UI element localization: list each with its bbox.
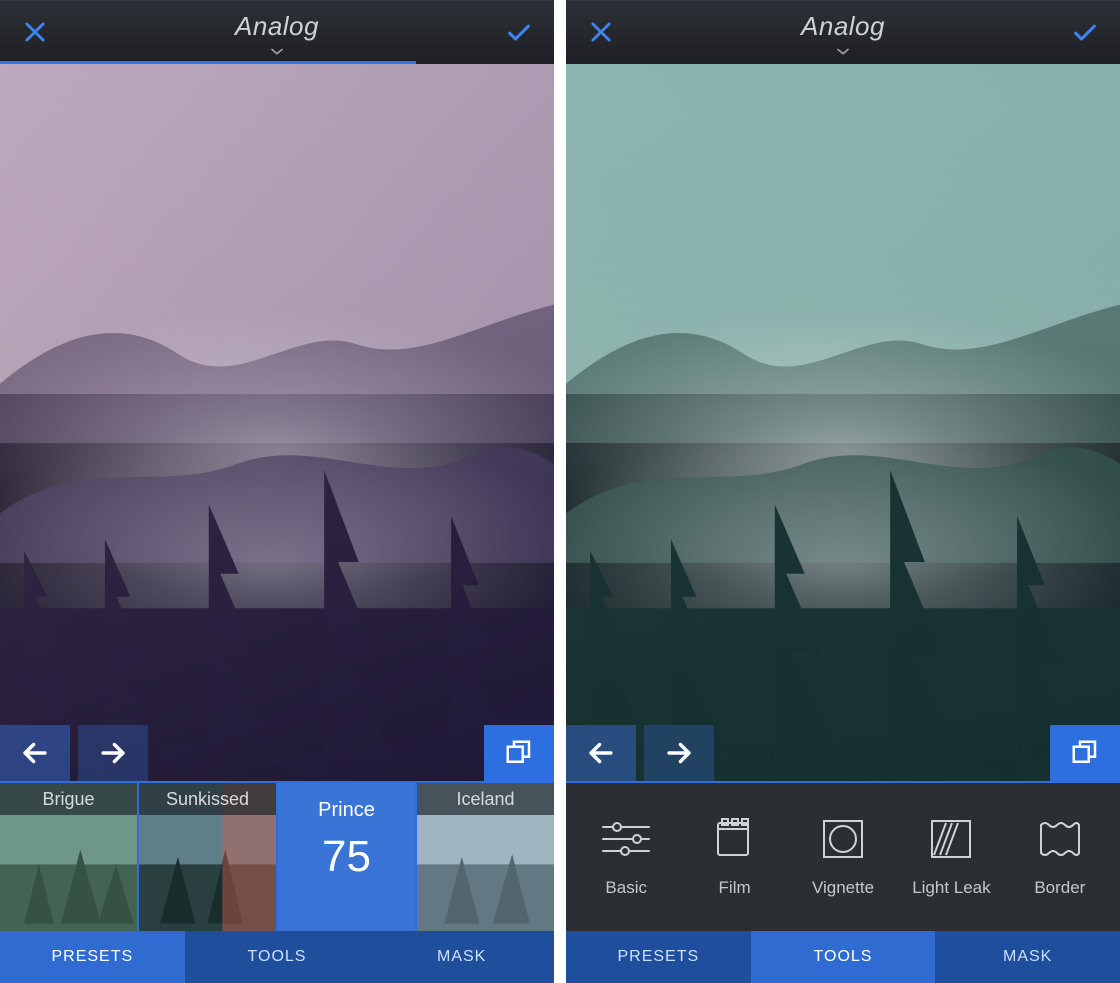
photo-canvas[interactable] (0, 64, 554, 781)
tab-bar: PRESETS TOOLS MASK (566, 931, 1120, 983)
tools-strip: Basic Film (566, 781, 1120, 931)
compare-button[interactable] (484, 725, 554, 781)
preset-label: Brigue (0, 783, 137, 815)
close-icon[interactable] (18, 15, 52, 49)
film-icon (708, 817, 762, 866)
tool-label: Vignette (812, 878, 874, 898)
tab-presets[interactable]: PRESETS (566, 931, 751, 983)
tab-mask[interactable]: MASK (369, 931, 554, 983)
undo-button[interactable] (0, 725, 70, 781)
preset-label: Prince (318, 799, 375, 822)
preset-brigue[interactable]: Brigue (0, 783, 139, 931)
preset-prince[interactable]: Prince 75 (278, 783, 417, 931)
vignette-icon (816, 817, 870, 866)
confirm-icon[interactable] (1068, 15, 1102, 49)
compare-button[interactable] (1050, 725, 1120, 781)
undo-button[interactable] (566, 725, 636, 781)
confirm-icon[interactable] (502, 15, 536, 49)
tool-basic[interactable]: Basic (572, 817, 680, 898)
tab-tools[interactable]: TOOLS (751, 931, 936, 983)
tool-light-leak[interactable]: Light Leak (897, 817, 1005, 898)
redo-button[interactable] (644, 725, 714, 781)
left-screen: Analog (0, 0, 554, 983)
border-icon (1033, 817, 1087, 866)
right-screen: Analog (566, 0, 1120, 983)
tab-presets[interactable]: PRESETS (0, 931, 185, 983)
tool-vignette[interactable]: Vignette (789, 817, 897, 898)
tab-bar: PRESETS TOOLS MASK (0, 931, 554, 983)
presets-strip[interactable]: Brigue Sunkissed Prince 75 (0, 781, 554, 931)
preset-label: Iceland (417, 783, 554, 815)
sliders-icon (599, 817, 653, 866)
light-leak-icon (924, 817, 978, 866)
header: Analog (0, 0, 554, 64)
close-icon[interactable] (584, 15, 618, 49)
tab-tools[interactable]: TOOLS (185, 931, 370, 983)
preset-intensity-value: 75 (322, 832, 371, 882)
chevron-down-icon[interactable] (267, 44, 287, 54)
tool-film[interactable]: Film (680, 817, 788, 898)
page-title: Analog (801, 11, 885, 41)
preset-sunkissed[interactable]: Sunkissed (139, 783, 278, 931)
preset-label: Sunkissed (139, 783, 276, 815)
tool-label: Border (1034, 878, 1085, 898)
tool-label: Basic (605, 878, 647, 898)
tool-label: Film (719, 878, 751, 898)
redo-button[interactable] (78, 725, 148, 781)
tool-label: Light Leak (912, 878, 990, 898)
tab-mask[interactable]: MASK (935, 931, 1120, 983)
page-title: Analog (235, 11, 319, 41)
preset-iceland[interactable]: Iceland (417, 783, 554, 931)
photo-canvas[interactable] (566, 64, 1120, 781)
tool-border[interactable]: Border (1006, 817, 1114, 898)
chevron-down-icon[interactable] (833, 44, 853, 54)
header: Analog (566, 0, 1120, 64)
